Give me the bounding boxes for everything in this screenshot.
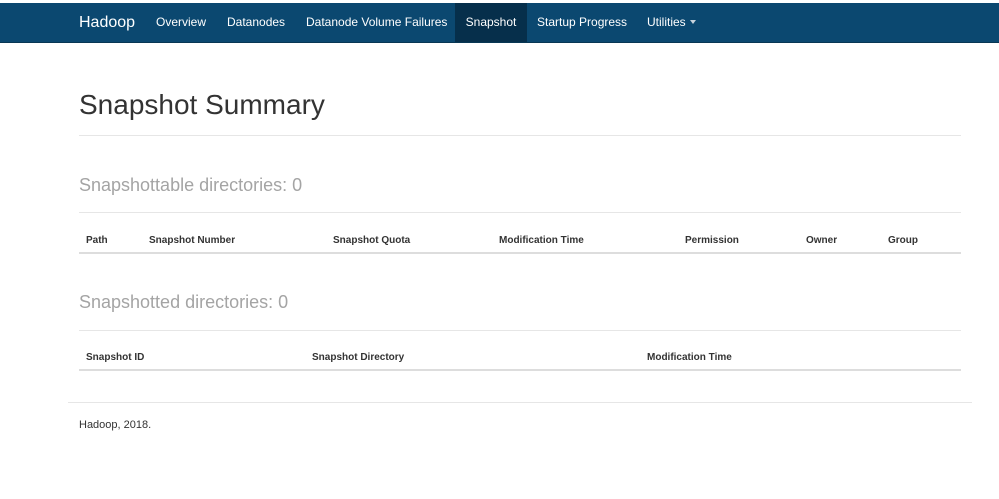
top-navbar: Hadoop Overview Datanodes Datanode Volum… [0,3,999,43]
column-header-snapshot-directory[interactable]: Snapshot Directory [312,351,404,365]
column-header-group[interactable]: Group [888,234,918,248]
footer-text: Hadoop, 2018. [79,419,152,431]
footer-divider [68,402,972,403]
title-divider [79,135,961,136]
column-header-snapshot-number[interactable]: Snapshot Number [149,234,235,248]
snapshottable-divider [79,212,961,213]
snapshotted-divider [79,330,961,331]
column-header-permission[interactable]: Permission [685,234,739,248]
column-header-snapshotted-modification-time[interactable]: Modification Time [647,351,732,365]
table-header-border [79,369,961,371]
nav-item-datanodes[interactable]: Datanodes [227,3,285,42]
nav-item-snapshot[interactable]: Snapshot [455,3,527,42]
nav-item-datanode-volume-failures[interactable]: Datanode Volume Failures [306,3,447,42]
nav-item-utilities[interactable]: Utilities [647,3,696,42]
snapshottable-directories-title: Snapshottable directories: 0 [79,175,303,195]
table-header-border [79,252,961,254]
nav-item-utilities-label: Utilities [647,15,686,29]
brand-link[interactable]: Hadoop [79,3,135,42]
chevron-down-icon [689,20,696,24]
snapshotted-directories-title: Snapshotted directories: 0 [79,292,289,312]
column-header-snapshot-quota[interactable]: Snapshot Quota [333,234,410,248]
nav-item-overview[interactable]: Overview [156,3,206,42]
column-header-snapshot-id[interactable]: Snapshot ID [86,351,144,365]
nav-item-startup-progress[interactable]: Startup Progress [537,3,627,42]
column-header-modification-time[interactable]: Modification Time [499,234,584,248]
column-header-owner[interactable]: Owner [806,234,837,248]
column-header-path[interactable]: Path [86,234,108,248]
page-title: Snapshot Summary [79,89,325,120]
